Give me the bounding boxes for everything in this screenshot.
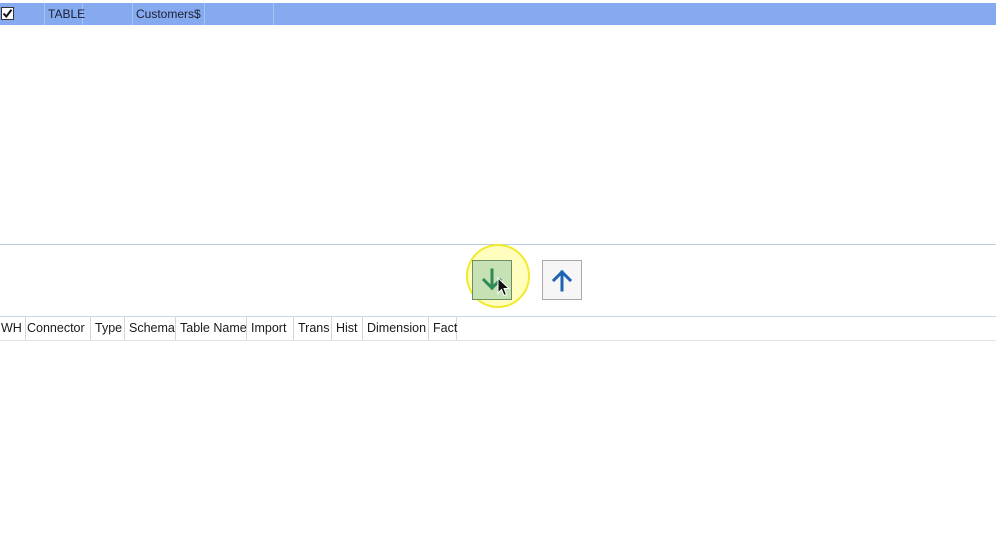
column-header-trans[interactable]: Trans <box>294 317 332 340</box>
row-checkbox[interactable] <box>1 7 14 20</box>
column-header-wh[interactable]: WH <box>0 317 26 340</box>
column-header-import[interactable]: Import <box>247 317 294 340</box>
row-extra-cell <box>205 3 274 25</box>
column-header-connector[interactable]: Connector <box>26 317 91 340</box>
mouse-cursor-icon <box>497 277 511 297</box>
source-table-row[interactable]: TABLE Customers$ <box>0 3 996 25</box>
column-header-dimension[interactable]: Dimension <box>363 317 429 340</box>
row-schema-cell <box>83 3 133 25</box>
arrow-up-icon <box>551 269 573 292</box>
source-table-grid[interactable]: TABLE Customers$ <box>0 0 996 244</box>
checkmark-icon <box>2 9 13 19</box>
column-header-fact[interactable]: Fact <box>429 317 457 340</box>
column-header-schema[interactable]: Schema <box>125 317 176 340</box>
column-header-type[interactable]: Type <box>91 317 125 340</box>
row-select-cell[interactable] <box>0 3 45 25</box>
row-type-cell: TABLE <box>45 3 85 25</box>
target-grid-body[interactable] <box>0 341 996 552</box>
row-table-name-cell: Customers$ <box>133 3 205 25</box>
target-grid-header: WH Connector Type Schema Table Name Impo… <box>0 317 457 340</box>
app-window: TABLE Customers$ WH Connector Type Schem… <box>0 0 996 552</box>
column-header-hist[interactable]: Hist <box>332 317 363 340</box>
column-header-table-name[interactable]: Table Name <box>176 317 247 340</box>
move-up-button[interactable] <box>542 260 582 300</box>
row-fill-cell <box>274 3 996 25</box>
